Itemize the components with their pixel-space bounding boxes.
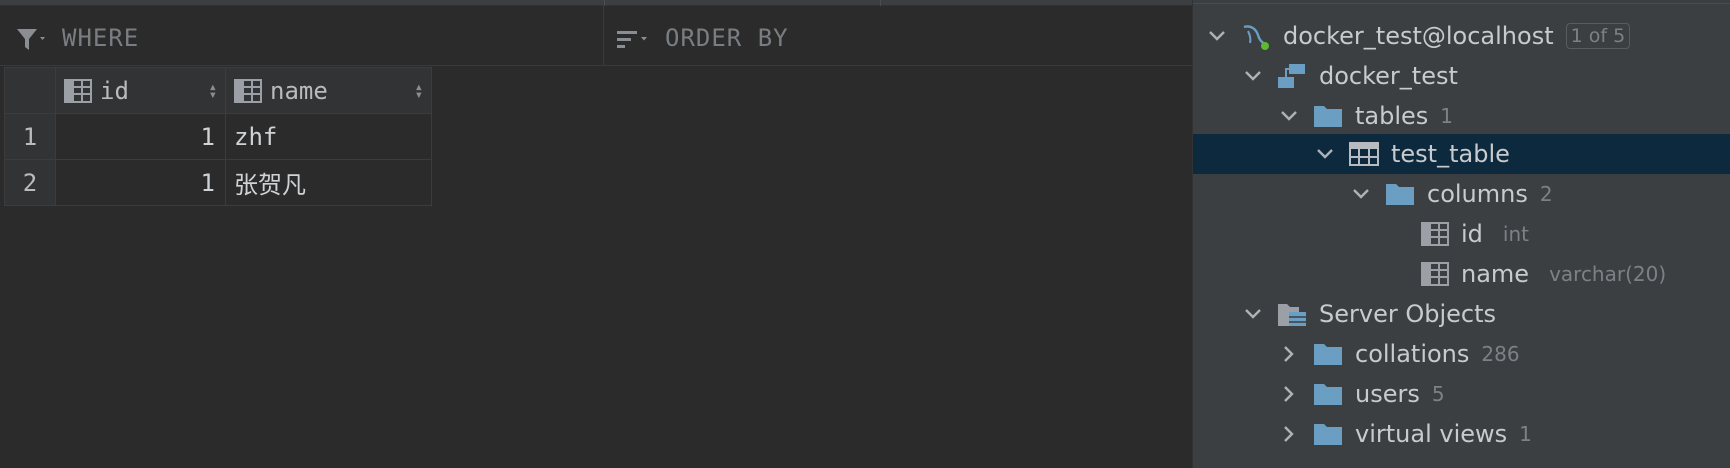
column-header-name[interactable]: name ▴ ▾ (225, 67, 432, 114)
sort-toggle-icon[interactable]: ▴ ▾ (415, 80, 423, 102)
where-placeholder: WHERE (62, 24, 140, 52)
columns-label: columns (1427, 180, 1528, 208)
server-objects-icon (1277, 301, 1307, 327)
collations-count: 286 (1481, 342, 1520, 366)
tables-label: tables (1355, 102, 1429, 130)
column-type: varchar(20) (1549, 262, 1667, 286)
tree-item-virtual-views[interactable]: virtual views 1 (1193, 414, 1730, 454)
schema-count-badge[interactable]: 1 of 5 (1565, 23, 1631, 49)
column-icon (234, 78, 262, 103)
orderby-placeholder: ORDER BY (665, 24, 789, 52)
cell-name[interactable]: zhf (225, 113, 432, 160)
connection-label: docker_test@localhost (1283, 22, 1554, 50)
column-icon (1421, 222, 1449, 246)
chevron-right-icon[interactable] (1277, 382, 1301, 406)
chevron-right-icon[interactable] (1277, 342, 1301, 366)
cell-id[interactable]: 1 (55, 113, 226, 160)
tree-item-collations[interactable]: collations 286 (1193, 334, 1730, 374)
virtual-views-count: 1 (1519, 422, 1532, 446)
filter-bar: WHERE ORDER BY (0, 6, 1192, 66)
orderby-field[interactable]: ORDER BY (605, 6, 1192, 66)
virtual-views-label: virtual views (1355, 420, 1508, 448)
data-editor: WHERE ORDER BY id ▴ ▾ name ▴ ▾ 1 1 zhf 2… (0, 0, 1192, 468)
column-type: int (1502, 222, 1529, 246)
column-label: id (1461, 220, 1483, 248)
tree-item-server-objects[interactable]: Server Objects (1193, 294, 1730, 334)
row-number[interactable]: 2 (4, 159, 56, 206)
chevron-down-icon[interactable] (1205, 24, 1229, 48)
table-label: test_table (1391, 140, 1510, 168)
column-icon (1421, 262, 1449, 286)
sort-toggle-icon[interactable]: ▴ ▾ (209, 80, 217, 102)
database-explorer: docker_test@localhost 1 of 5 docker_test… (1192, 0, 1730, 468)
column-header-id[interactable]: id ▴ ▾ (55, 67, 226, 114)
folder-icon (1313, 104, 1343, 128)
folder-icon (1313, 422, 1343, 446)
table-icon (1349, 142, 1379, 166)
folder-icon (1313, 382, 1343, 406)
tree-item-column-name[interactable]: name varchar(20) (1193, 254, 1730, 294)
column-header-label: name (270, 76, 328, 105)
tables-count: 1 (1440, 104, 1454, 128)
row-number[interactable]: 1 (4, 113, 56, 160)
chevron-down-icon[interactable] (1313, 142, 1337, 166)
column-header-label: id (100, 76, 129, 105)
sort-lines-icon[interactable] (617, 30, 651, 50)
chevron-down-icon[interactable] (1241, 64, 1265, 88)
schema-icon (1277, 63, 1307, 89)
chevron-right-icon[interactable] (1277, 422, 1301, 446)
cell-id[interactable]: 1 (55, 159, 226, 206)
users-label: users (1355, 380, 1420, 408)
chevron-down-icon[interactable] (1241, 302, 1265, 326)
tree-item-test-table[interactable]: test_table (1193, 134, 1730, 174)
tree-item-schema[interactable]: docker_test (1193, 56, 1730, 96)
tree-item-column-id[interactable]: id int (1193, 214, 1730, 254)
result-grid: id ▴ ▾ name ▴ ▾ 1 1 zhf 2 1 张贺凡 (4, 67, 432, 206)
tree-item-columns[interactable]: columns 2 (1193, 174, 1730, 214)
column-icon (64, 78, 92, 103)
tree-item-connection[interactable]: docker_test@localhost 1 of 5 (1193, 16, 1730, 56)
columns-count: 2 (1539, 182, 1553, 206)
collations-label: collations (1355, 340, 1470, 368)
filter-icon[interactable] (16, 28, 48, 52)
row-number-header[interactable] (4, 67, 56, 114)
server-objects-label: Server Objects (1319, 300, 1496, 328)
grid-header-row: id ▴ ▾ name ▴ ▾ (4, 67, 432, 114)
tree-item-tables[interactable]: tables 1 (1193, 96, 1730, 136)
cell-name[interactable]: 张贺凡 (225, 159, 432, 206)
table-row[interactable]: 1 1 zhf (4, 113, 432, 160)
table-row[interactable]: 2 1 张贺凡 (4, 159, 432, 206)
schema-label: docker_test (1319, 62, 1458, 90)
where-filter-field[interactable]: WHERE (0, 6, 604, 66)
users-count: 5 (1431, 382, 1445, 406)
chevron-down-icon[interactable] (1349, 182, 1373, 206)
mysql-dolphin-icon (1241, 21, 1271, 51)
chevron-down-icon[interactable] (1277, 104, 1301, 128)
column-label: name (1461, 260, 1530, 288)
folder-icon (1385, 182, 1415, 206)
folder-icon (1313, 342, 1343, 366)
explorer-top-strip (1193, 0, 1730, 4)
tree-item-users[interactable]: users 5 (1193, 374, 1730, 414)
